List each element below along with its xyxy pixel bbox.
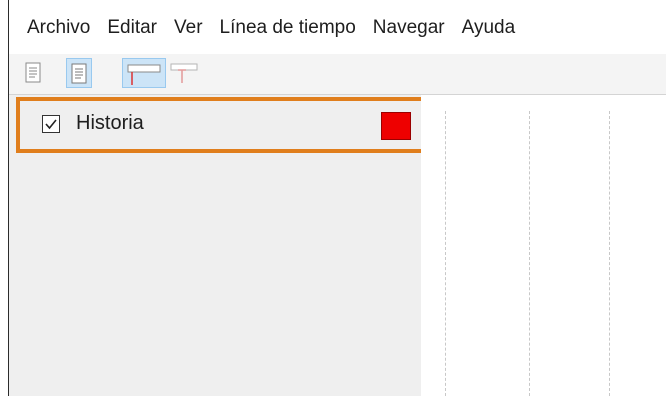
track-pin-icon <box>170 63 198 83</box>
layer-color-swatch[interactable] <box>381 112 411 140</box>
check-icon <box>45 119 57 130</box>
document-lines-icon <box>71 63 87 84</box>
toolbar-button-1[interactable] <box>21 58 47 88</box>
menu-archivo[interactable]: Archivo <box>27 17 90 39</box>
layers-panel: Historia <box>9 95 426 396</box>
menu-linea-de-tiempo[interactable]: Línea de tiempo <box>220 17 356 39</box>
toolbar-button-2[interactable] <box>66 58 92 88</box>
layer-name: Historia <box>76 112 144 134</box>
toolbar <box>9 54 666 95</box>
menu-ver[interactable]: Ver <box>174 17 203 39</box>
layer-visibility-checkbox[interactable] <box>42 115 60 133</box>
menu-editar[interactable]: Editar <box>107 17 157 39</box>
track-top-icon <box>127 64 161 85</box>
toolbar-button-4[interactable] <box>169 58 201 88</box>
app-window: Archivo Editar Ver Línea de tiempo Naveg… <box>8 0 666 396</box>
menu-bar: Archivo Editar Ver Línea de tiempo Naveg… <box>9 0 666 54</box>
timeline-gridline <box>529 111 530 396</box>
timeline-gridline <box>609 111 610 396</box>
timeline-area[interactable] <box>421 95 666 396</box>
menu-ayuda[interactable]: Ayuda <box>462 17 516 39</box>
document-lines-icon <box>25 62 41 83</box>
timeline-gridline <box>445 111 446 396</box>
toolbar-button-3[interactable] <box>122 58 166 88</box>
menu-navegar[interactable]: Navegar <box>373 17 445 39</box>
layer-row-historia[interactable]: Historia <box>16 97 426 153</box>
